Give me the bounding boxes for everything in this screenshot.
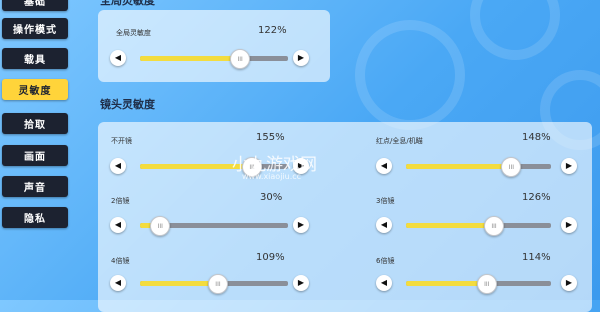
decrease-button[interactable]: ◀ <box>376 217 392 233</box>
sidebar-item-label: 画面 <box>24 152 46 163</box>
global-sensitivity-panel: 全局灵敏度 122% ◀ III ▶ <box>98 10 330 82</box>
arrow-left-icon: ◀ <box>114 161 122 170</box>
slider-handle[interactable]: III <box>150 216 171 236</box>
decrease-button[interactable]: ◀ <box>110 275 126 291</box>
grip-icon: III <box>508 163 515 171</box>
slider-value: 30% <box>260 192 283 203</box>
decrease-button[interactable]: ◀ <box>110 50 126 66</box>
arrow-right-icon: ▶ <box>297 220 305 229</box>
arrow-right-icon: ▶ <box>297 278 305 287</box>
arrow-right-icon: ▶ <box>565 278 573 287</box>
decrease-button[interactable]: ◀ <box>110 217 126 233</box>
watermark-url: www.xiaojiu.cc <box>242 172 302 181</box>
slider-label: 全局灵敏度 <box>116 29 151 37</box>
background-decoration <box>470 0 560 60</box>
slider-value: 109% <box>256 252 285 263</box>
slider-handle[interactable]: III <box>476 274 497 294</box>
lens-sensitivity-title: 镜头灵敏度 <box>100 98 155 111</box>
global-sensitivity-slider[interactable]: III <box>140 49 288 69</box>
sidebar-item-label: 声音 <box>24 183 46 194</box>
slider-fill <box>406 164 511 169</box>
2x-scope-slider[interactable]: III <box>140 216 288 236</box>
arrow-left-icon: ◀ <box>114 220 122 229</box>
grip-icon: III <box>157 222 163 230</box>
arrow-left-icon: ◀ <box>380 220 388 229</box>
grip-icon: III <box>484 280 490 288</box>
slider-value: 155% <box>256 132 285 143</box>
slider-fill <box>406 223 493 228</box>
sidebar-item-display[interactable]: 画面 <box>2 145 68 166</box>
sidebar-item-control-mode[interactable]: 操作模式 <box>2 18 68 39</box>
arrow-right-icon: ▶ <box>565 161 573 170</box>
increase-button[interactable]: ▶ <box>293 217 309 233</box>
increase-button[interactable]: ▶ <box>293 275 309 291</box>
slider-handle[interactable]: III <box>501 157 522 177</box>
sidebar-item-label: 载具 <box>24 55 46 66</box>
slider-handle[interactable]: III <box>484 216 504 236</box>
arrow-left-icon: ◀ <box>380 161 388 170</box>
sidebar-item-basic[interactable]: 基础 <box>2 0 68 11</box>
slider-label: 6倍镜 <box>376 257 395 265</box>
slider-value: 122% <box>258 25 287 36</box>
sidebar-item-pickup[interactable]: 拾取 <box>2 113 68 134</box>
increase-button[interactable]: ▶ <box>293 50 309 66</box>
sidebar-item-vehicle[interactable]: 载具 <box>2 48 68 69</box>
global-sensitivity-title: 全局灵敏度 <box>100 0 155 7</box>
settings-sidebar: 基础 操作模式 载具 灵敏度 拾取 画面 声音 隐私 <box>0 0 70 300</box>
slider-fill <box>140 281 217 286</box>
arrow-left-icon: ◀ <box>114 53 122 62</box>
increase-button[interactable]: ▶ <box>561 158 577 174</box>
background-decoration <box>355 20 465 130</box>
4x-scope-slider[interactable]: III <box>140 274 288 294</box>
increase-button[interactable]: ▶ <box>561 217 577 233</box>
sidebar-item-label: 基础 <box>24 0 46 8</box>
grip-icon: III <box>237 55 243 63</box>
increase-button[interactable]: ▶ <box>561 275 577 291</box>
sidebar-item-label: 拾取 <box>24 120 46 131</box>
slider-handle[interactable]: III <box>230 49 251 69</box>
slider-label: 2倍镜 <box>111 197 130 205</box>
sidebar-item-label: 灵敏度 <box>18 86 52 97</box>
slider-label: 红点/全息/机瞄 <box>376 137 423 145</box>
slider-label: 4倍镜 <box>111 257 130 265</box>
sidebar-item-label: 操作模式 <box>13 25 57 36</box>
grip-icon: III <box>491 222 497 230</box>
sidebar-item-privacy[interactable]: 隐私 <box>2 207 68 228</box>
slider-handle[interactable]: III <box>207 274 228 294</box>
slider-label: 不开镜 <box>111 137 132 145</box>
slider-value: 148% <box>522 132 551 143</box>
grip-icon: III <box>215 280 221 288</box>
slider-value: 114% <box>522 252 551 263</box>
3x-scope-slider[interactable]: III <box>406 216 551 236</box>
sidebar-item-sensitivity[interactable]: 灵敏度 <box>2 79 68 100</box>
arrow-right-icon: ▶ <box>297 53 305 62</box>
slider-fill <box>406 281 486 286</box>
decrease-button[interactable]: ◀ <box>110 158 126 174</box>
arrow-right-icon: ▶ <box>565 220 573 229</box>
sidebar-item-sound[interactable]: 声音 <box>2 176 68 197</box>
decrease-button[interactable]: ◀ <box>376 275 392 291</box>
slider-fill <box>140 56 240 61</box>
arrow-left-icon: ◀ <box>114 278 122 287</box>
lens-sensitivity-panel: 不开镜 155% ◀ III ▶ 红点/全息/机瞄 148% ◀ III ▶ 2… <box>98 122 592 312</box>
6x-scope-slider[interactable]: III <box>406 274 551 294</box>
arrow-left-icon: ◀ <box>380 278 388 287</box>
sidebar-item-label: 隐私 <box>24 214 46 225</box>
decrease-button[interactable]: ◀ <box>376 158 392 174</box>
slider-value: 126% <box>522 192 551 203</box>
slider-label: 3倍镜 <box>376 197 395 205</box>
red-dot-slider[interactable]: III <box>406 157 551 177</box>
